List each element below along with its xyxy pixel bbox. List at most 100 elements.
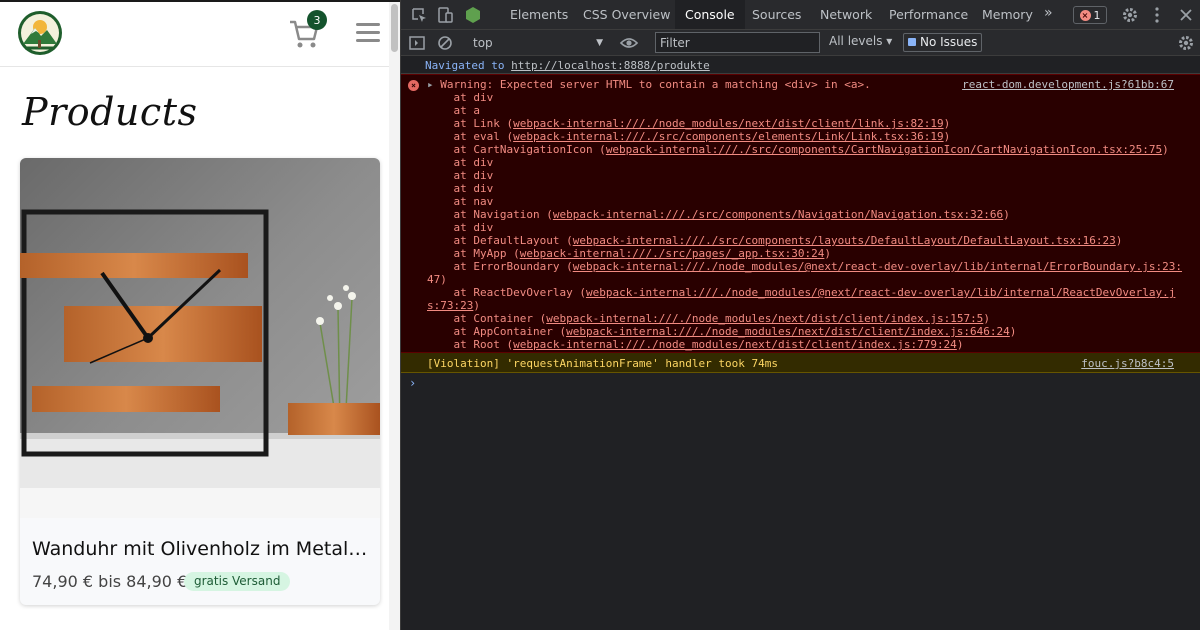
context-select[interactable]: top ▼: [467, 33, 607, 53]
tab-memory[interactable]: Memory: [972, 0, 1043, 29]
stack-frame-text: at ReactDevOverlay (: [427, 286, 586, 299]
live-expression-eye-icon[interactable]: [619, 33, 639, 53]
error-counter-button[interactable]: × 1: [1073, 6, 1107, 24]
more-tabs-icon[interactable]: »: [1044, 5, 1053, 21]
nodejs-icon[interactable]: [463, 5, 483, 25]
inspect-element-icon[interactable]: [409, 5, 429, 25]
stack-frame-text: at eval (: [427, 130, 514, 143]
product-title[interactable]: Wanduhr mit Olivenholz im Metallrah...: [32, 538, 372, 560]
stack-frame-text: at MyApp (: [427, 247, 520, 260]
console-toolbar: top ▼ All levels ▾ No Issues: [401, 30, 1200, 56]
stack-frame-link[interactable]: webpack-internal:///./src/pages/_app.tsx…: [520, 247, 825, 260]
stack-frame-text: at div: [427, 182, 494, 195]
stack-frame: s:73:23): [401, 299, 1200, 312]
console-output: Navigated to http://localhost:8888/produ…: [401, 56, 1200, 630]
stack-frame: at div: [401, 169, 1200, 182]
log-levels-dropdown[interactable]: All levels ▾: [829, 34, 892, 48]
stack-frame-link[interactable]: webpack-internal:///./src/components/lay…: [573, 234, 1116, 247]
page-scrollbar-track[interactable]: [389, 2, 400, 630]
stack-frame-link[interactable]: webpack-internal:///./src/components/Car…: [606, 143, 1162, 156]
stack-frame: at AppContainer (webpack-internal:///./n…: [401, 325, 1200, 338]
error-message-block: × ▸ Warning: Expected server HTML to con…: [401, 74, 1200, 353]
stack-frame-link[interactable]: webpack-internal:///./node_modules/next/…: [566, 325, 1010, 338]
clear-console-icon[interactable]: [435, 33, 455, 53]
stack-frame-suffix: ): [943, 130, 951, 143]
context-select-value: top: [473, 36, 493, 50]
stack-frame-link[interactable]: webpack-internal:///./node_modules/@next…: [573, 260, 1182, 273]
tab-elements[interactable]: Elements: [500, 0, 578, 29]
error-headline[interactable]: ▸ Warning: Expected server HTML to conta…: [427, 78, 871, 91]
stack-frame-link[interactable]: webpack-internal:///./node_modules/next/…: [546, 312, 983, 325]
stack-frame-suffix: ): [1003, 208, 1010, 221]
stack-frame-text: at AppContainer (: [427, 325, 567, 338]
tab-network[interactable]: Network: [810, 0, 882, 29]
stack-frame-link[interactable]: s:73:23: [427, 299, 473, 312]
stack-frame-suffix: ): [1115, 234, 1123, 247]
stack-frame-link[interactable]: webpack-internal:///./node_modules/@next…: [586, 286, 1175, 299]
stack-frame-link[interactable]: webpack-internal:///./src/components/ele…: [513, 130, 943, 143]
violation-text: [Violation] 'requestAnimationFrame' hand…: [427, 357, 778, 370]
free-shipping-badge: gratis Versand: [184, 572, 291, 591]
stack-frame-text: at div: [427, 221, 494, 234]
stack-frame: at CartNavigationIcon (webpack-internal:…: [401, 143, 1200, 156]
window-top-border: [0, 0, 400, 2]
tab-performance[interactable]: Performance: [879, 0, 978, 29]
stack-frame-text: at Link (: [427, 117, 514, 130]
stack-frame: at ReactDevOverlay (webpack-internal:///…: [401, 286, 1200, 299]
console-filter-input[interactable]: [655, 32, 820, 53]
sidebar-toggle-icon[interactable]: [407, 33, 427, 53]
stack-frame-suffix: ): [473, 299, 480, 312]
stack-frame: at Navigation (webpack-internal:///./src…: [401, 208, 1200, 221]
stack-frame: at div: [401, 221, 1200, 234]
expand-triangle-icon[interactable]: ▸: [427, 78, 440, 91]
stack-frame-link[interactable]: webpack-internal:///./node_modules/next/…: [513, 338, 957, 351]
devtools-tab-bar: Elements CSS Overview Console Sources Ne…: [401, 0, 1200, 30]
stack-frame-text: at div: [427, 169, 494, 182]
tab-console[interactable]: Console: [675, 0, 745, 29]
error-icon: ×: [408, 80, 419, 91]
product-card[interactable]: Wanduhr mit Olivenholz im Metallrah... 7…: [20, 158, 380, 605]
settings-gear-icon[interactable]: [1120, 5, 1140, 25]
device-toolbar-icon[interactable]: [435, 5, 455, 25]
stack-frame-suffix: ): [1009, 325, 1017, 338]
page-scrollbar-thumb[interactable]: [391, 4, 398, 52]
stack-frame-suffix: ): [983, 312, 990, 325]
stack-frame-text: at nav: [427, 195, 494, 208]
stack-frame-link[interactable]: webpack-internal:///./src/components/Nav…: [553, 208, 1003, 221]
stack-frame: at a: [401, 104, 1200, 117]
error-text: Warning: Expected server HTML to contain…: [440, 78, 871, 91]
tab-sources[interactable]: Sources: [742, 0, 811, 29]
close-devtools-icon[interactable]: [1176, 5, 1196, 25]
stack-frame: at div: [401, 182, 1200, 195]
stack-frame-text: at Root (: [427, 338, 514, 351]
stack-frame: at div: [401, 156, 1200, 169]
hamburger-menu-icon[interactable]: [356, 21, 380, 45]
stack-frame-text: at div: [427, 156, 494, 169]
stack-frame-text: at ErrorBoundary (: [427, 260, 573, 273]
error-source-link[interactable]: react-dom.development.js?61bb:67: [962, 78, 1174, 91]
stack-frame: at DefaultLayout (webpack-internal:///./…: [401, 234, 1200, 247]
cart-count-badge: 3: [307, 10, 327, 30]
stack-frame-suffix: ): [956, 338, 964, 351]
dropdown-arrow-icon: ▼: [596, 38, 603, 48]
stack-frame: at Link (webpack-internal:///./node_modu…: [401, 117, 1200, 130]
error-count: 1: [1093, 8, 1101, 22]
violation-source-link[interactable]: fouc.js?b8c4:5: [1081, 357, 1174, 370]
product-image[interactable]: [20, 158, 380, 518]
stack-frame-text: at DefaultLayout (: [427, 234, 573, 247]
stack-frame: at MyApp (webpack-internal:///./src/page…: [401, 247, 1200, 260]
tab-css-overview[interactable]: CSS Overview: [573, 0, 680, 29]
error-x-icon: ×: [1079, 9, 1091, 21]
issues-button[interactable]: No Issues: [903, 33, 983, 52]
console-prompt[interactable]: ›: [409, 376, 416, 390]
console-settings-gear-icon[interactable]: [1176, 33, 1196, 53]
stack-frame-text: 47): [427, 273, 447, 286]
stack-frame-suffix: ): [943, 117, 951, 130]
more-options-icon[interactable]: [1147, 5, 1167, 25]
stack-frame-text: at Navigation (: [427, 208, 553, 221]
logo-mountain-icon[interactable]: [17, 10, 63, 56]
stack-frame: 47): [401, 273, 1200, 286]
stack-frame-link[interactable]: webpack-internal:///./node_modules/next/…: [513, 117, 943, 130]
navigated-url-link[interactable]: http://localhost:8888/produkte: [511, 59, 710, 72]
stack-frame: at Container (webpack-internal:///./node…: [401, 312, 1200, 325]
